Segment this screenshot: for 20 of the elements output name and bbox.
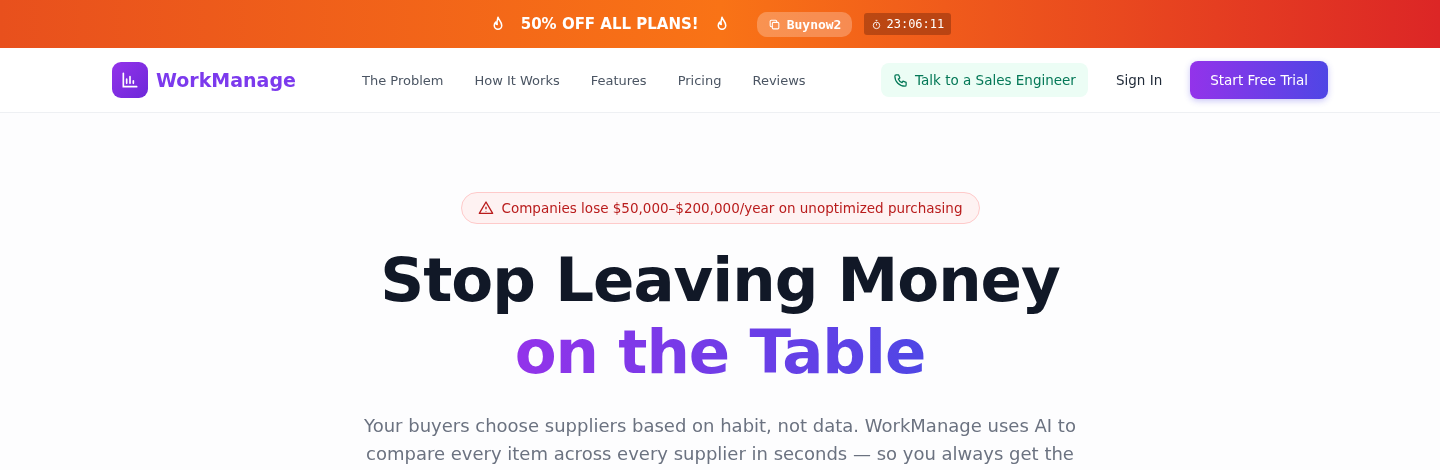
warning-icon bbox=[477, 200, 494, 216]
copy-icon bbox=[767, 17, 781, 31]
nav-link[interactable]: Pricing bbox=[677, 72, 722, 88]
nav-link[interactable]: Features bbox=[590, 72, 647, 88]
nav-link[interactable]: The Problem bbox=[362, 72, 444, 88]
countdown-text: 23:06:11 bbox=[886, 17, 945, 31]
sign-in-link[interactable]: Sign In bbox=[1115, 72, 1163, 88]
alert-text: Companies lose $50,000–$200,000/year on unoptimized purchasing bbox=[501, 200, 963, 216]
stopwatch-icon bbox=[871, 18, 883, 30]
nav-link[interactable]: How It Works bbox=[474, 72, 560, 88]
bar-chart-logo-icon bbox=[112, 62, 148, 98]
nav-link[interactable]: Reviews bbox=[752, 72, 806, 88]
hero-subtitle: compare every item across every supplier in seconds — so you always get the bbox=[366, 442, 1074, 466]
start-trial-button[interactable]: Start Free Trial bbox=[1190, 61, 1328, 99]
hero-title: Stop Leaving Money bbox=[380, 244, 1060, 316]
sales-engineer-button[interactable]: Talk to a Sales Engineer bbox=[881, 63, 1088, 97]
phone-icon bbox=[893, 72, 908, 88]
hero-subtitle: Your buyers choose suppliers based on habit, not data. WorkManage uses AI to bbox=[364, 414, 1076, 438]
promo-headline: 50% OFF ALL PLANS! bbox=[520, 15, 699, 33]
brand-name[interactable]: WorkManage bbox=[156, 69, 296, 91]
